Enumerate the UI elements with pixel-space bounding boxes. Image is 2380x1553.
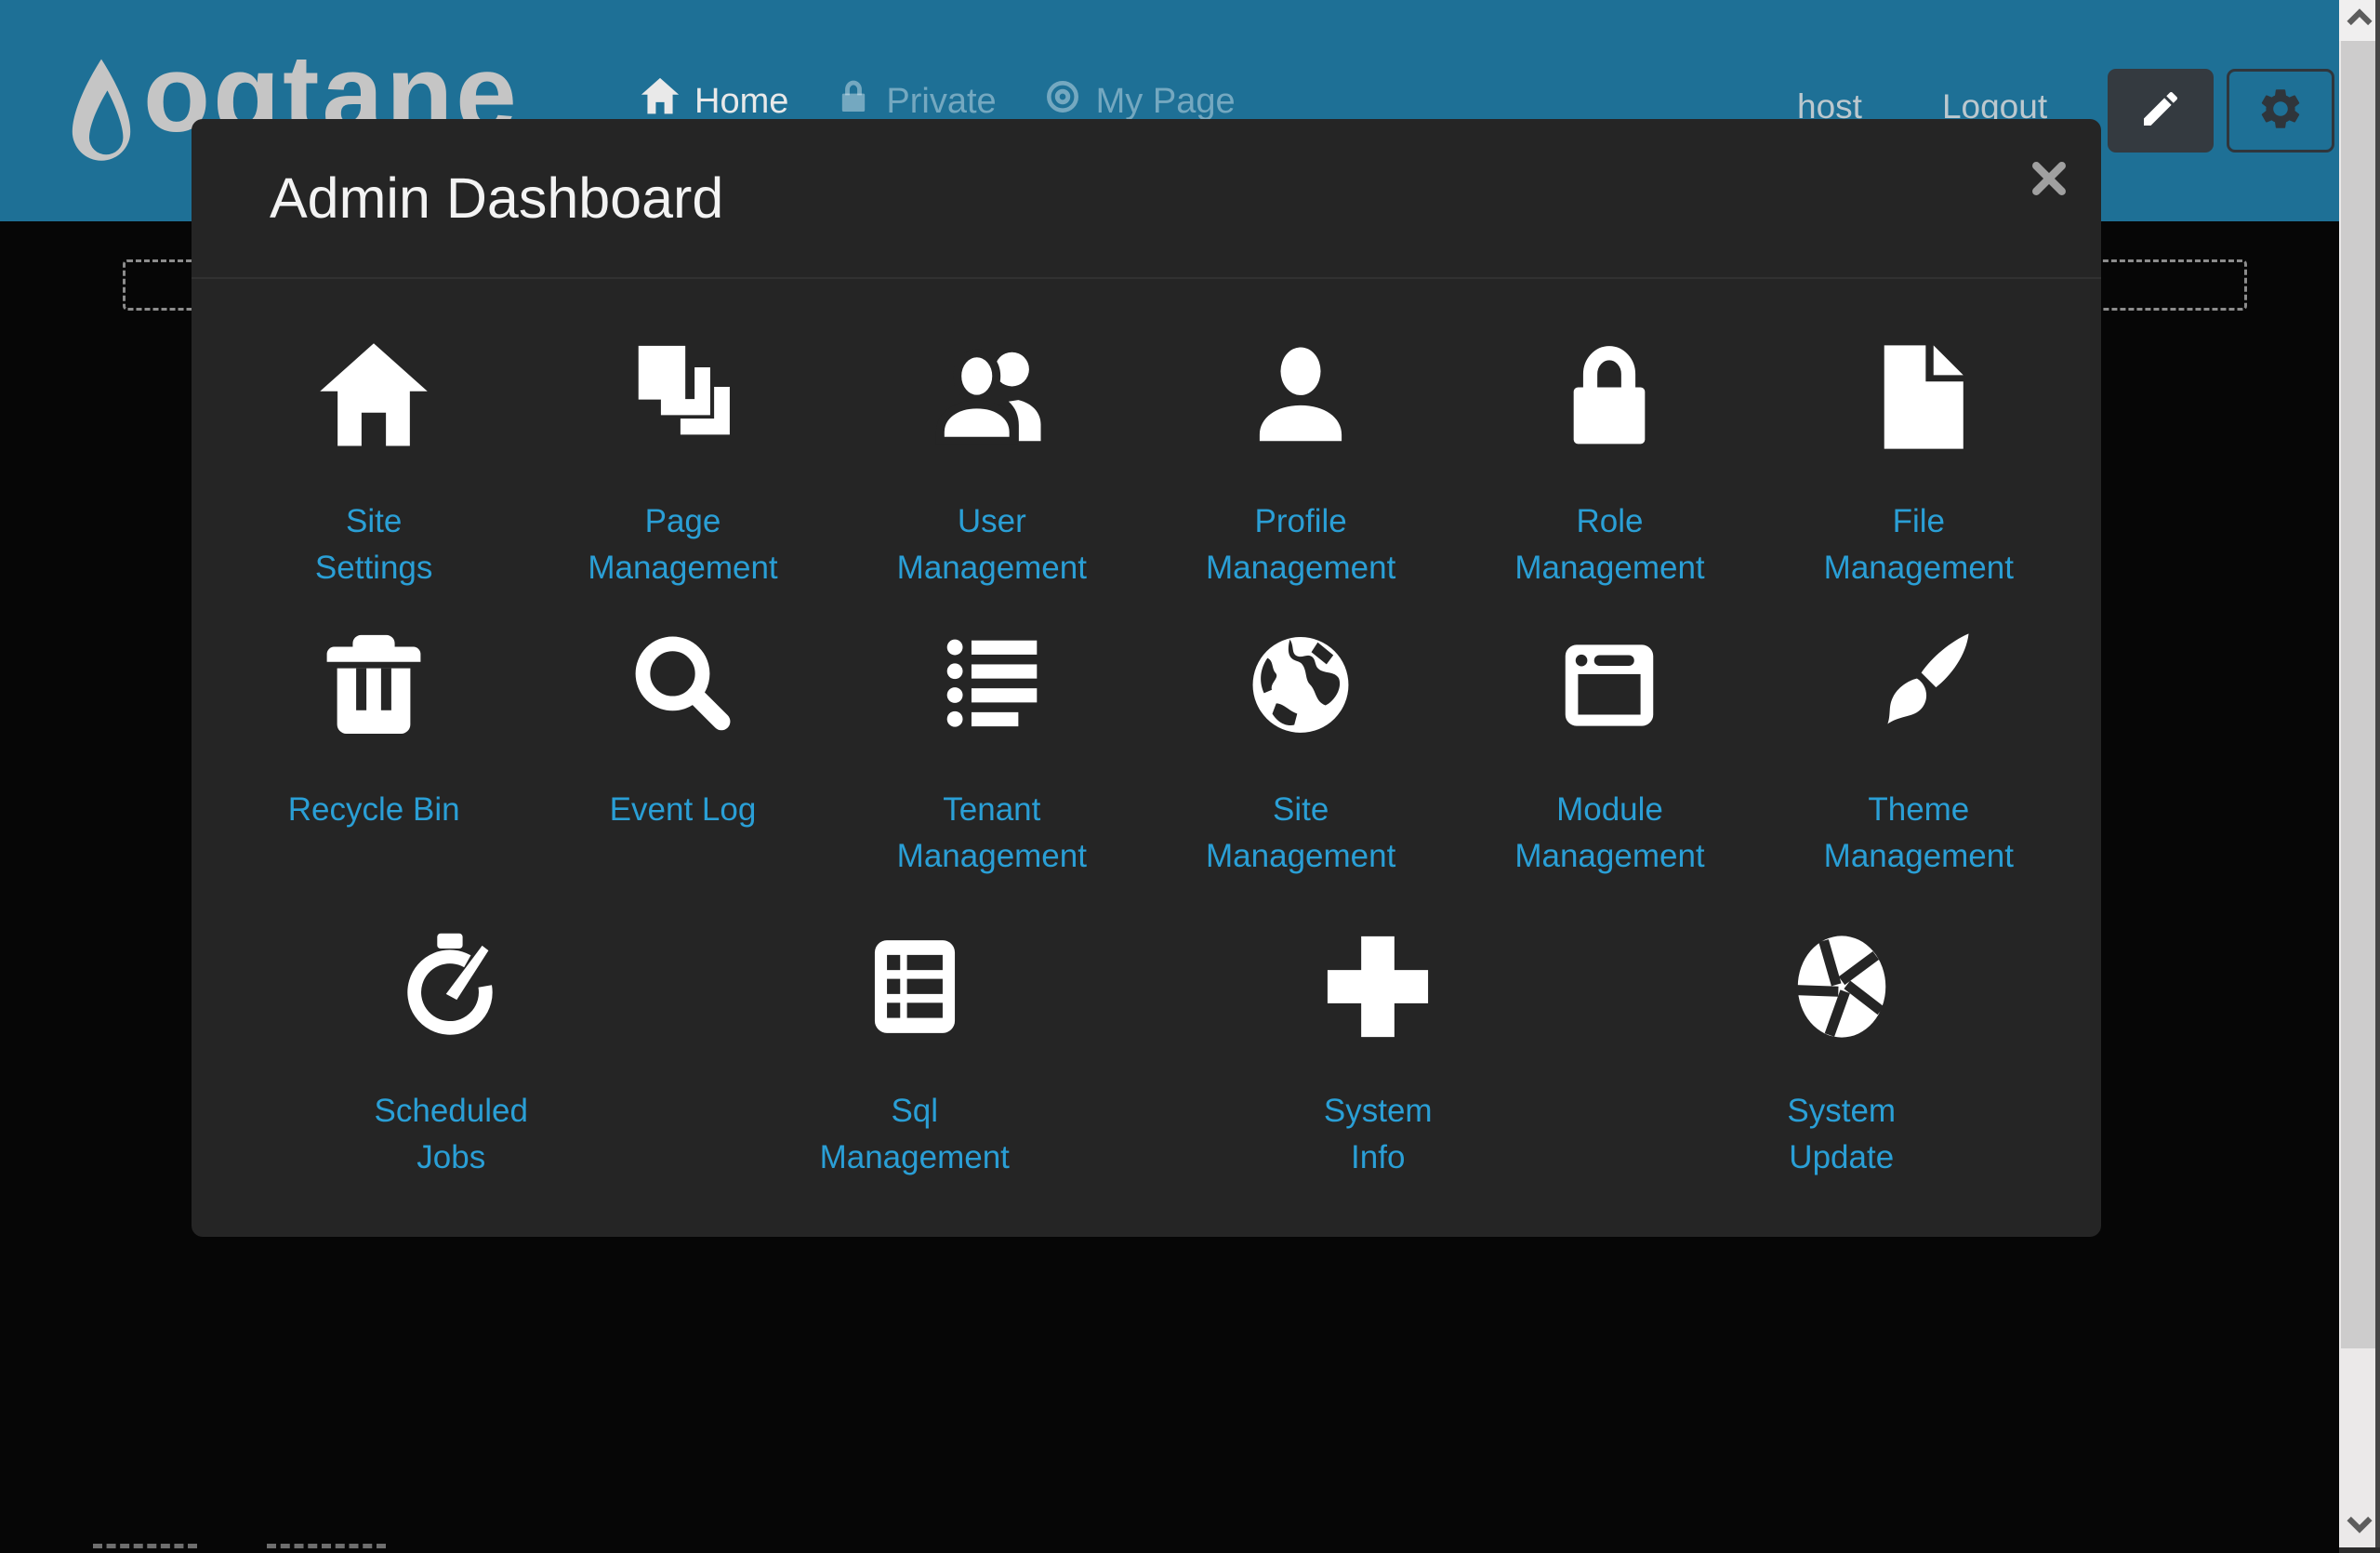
edit-mode-button[interactable]	[2108, 69, 2214, 153]
nav-item-private[interactable]: Private	[835, 78, 996, 125]
tile-system-update[interactable]: SystemUpdate	[1610, 909, 2074, 1181]
tile-profile-management[interactable]: ProfileManagement	[1146, 320, 1455, 591]
nav-item-label: Home	[694, 82, 788, 122]
tile-site-settings[interactable]: SiteSettings	[219, 320, 528, 591]
home-icon	[315, 338, 432, 456]
tile-file-management[interactable]: FileManagement	[1765, 320, 2073, 591]
scroll-down-button[interactable]	[2339, 1505, 2380, 1546]
tile-recycle-bin[interactable]: Recycle Bin	[219, 608, 528, 880]
tile-page-management[interactable]: PageManagement	[528, 320, 837, 591]
gear-icon	[2256, 85, 2305, 138]
pane-fragment	[93, 1544, 197, 1548]
modal-header: Admin Dashboard	[192, 119, 2101, 279]
spreadsheet-icon	[856, 928, 973, 1045]
oqtane-logo-icon	[65, 54, 138, 185]
magnifier-icon	[624, 627, 741, 744]
nav-item-label: My Page	[1096, 82, 1236, 122]
people-icon	[933, 338, 1051, 456]
page-settings-button[interactable]	[2227, 69, 2334, 153]
trash-icon	[315, 627, 432, 744]
browser-icon	[1551, 627, 1668, 744]
brush-icon	[1860, 627, 1977, 744]
globe-icon	[1242, 627, 1359, 744]
tile-row: SiteSettings PageManagement UserManageme…	[219, 320, 2073, 591]
tile-row: Recycle Bin Event Log TenantManagement S…	[219, 608, 2073, 880]
timer-icon	[392, 928, 509, 1045]
close-icon	[2029, 158, 2069, 204]
close-button[interactable]	[2023, 154, 2075, 206]
nav-item-label: Private	[886, 82, 996, 122]
lock-icon	[1551, 338, 1668, 456]
scroll-up-button[interactable]	[2339, 0, 2380, 41]
tile-system-info[interactable]: SystemInfo	[1146, 909, 1610, 1181]
chevron-down-icon	[2344, 1507, 2375, 1544]
tile-event-log[interactable]: Event Log	[528, 608, 837, 880]
tile-user-management[interactable]: UserManagement	[838, 320, 1146, 591]
window-edge	[2375, 0, 2380, 1553]
tile-scheduled-jobs[interactable]: ScheduledJobs	[219, 909, 683, 1181]
lock-icon	[835, 78, 872, 125]
window-edge	[2339, 1547, 2380, 1553]
admin-dashboard-modal: Admin Dashboard SiteSettings PageManagem…	[192, 119, 2101, 1237]
plus-icon	[1319, 928, 1436, 1045]
vertical-scrollbar[interactable]	[2339, 0, 2380, 1553]
tile-role-management[interactable]: RoleManagement	[1455, 320, 1764, 591]
aperture-icon	[1783, 928, 1900, 1045]
list-icon	[933, 627, 1051, 744]
file-icon	[1860, 338, 1977, 456]
pencil-icon	[2138, 86, 2183, 136]
screen: oqtane Home Private	[0, 0, 2380, 1553]
person-icon	[1242, 338, 1359, 456]
modal-title: Admin Dashboard	[270, 166, 723, 231]
tile-sql-management[interactable]: SqlManagement	[683, 909, 1147, 1181]
scrollbar-thumb[interactable]	[2341, 41, 2378, 1348]
chevron-up-icon	[2344, 3, 2375, 39]
tile-module-management[interactable]: ModuleManagement	[1455, 608, 1764, 880]
tile-row: ScheduledJobs SqlManagement SystemInfo S…	[219, 909, 2073, 1181]
tile-site-management[interactable]: SiteManagement	[1146, 608, 1455, 880]
tile-theme-management[interactable]: ThemeManagement	[1765, 608, 2073, 880]
tile-tenant-management[interactable]: TenantManagement	[838, 608, 1146, 880]
pane-fragment	[267, 1544, 386, 1548]
layers-icon	[624, 338, 741, 456]
